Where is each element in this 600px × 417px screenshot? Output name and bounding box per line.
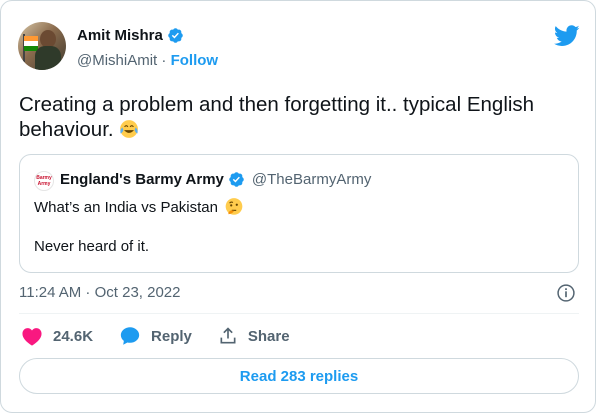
follow-button[interactable]: Follow	[171, 52, 219, 69]
author-name[interactable]: Amit Mishra	[77, 27, 163, 44]
handle-separator: ·	[161, 52, 167, 69]
tweet-text: Creating a problem and then forgetting i…	[19, 93, 535, 141]
verified-badge-icon	[229, 172, 244, 187]
quoted-tweet[interactable]: Barmy Army England's Barmy Army @TheBarmy…	[19, 154, 579, 273]
action-bar: 24.6K Reply Share	[21, 325, 316, 347]
share-label: Share	[247, 327, 290, 345]
quoted-text-line-1: What’s an India vs Pakistan	[34, 198, 218, 216]
divider	[19, 313, 579, 314]
reply-bubble-icon	[120, 327, 140, 345]
twitter-logo-icon[interactable]	[554, 25, 580, 47]
share-button[interactable]: Share	[218, 326, 290, 346]
tweet-card: Amit Mishra @MishiAmit · Follow Creating…	[0, 0, 596, 413]
author-name-row[interactable]: Amit Mishra	[77, 27, 184, 44]
tweet-text-block: Creating a problem and then forgetting i…	[19, 92, 584, 142]
share-icon	[220, 327, 236, 344]
timestamp[interactable]: 11:24 AM · Oct 23, 2022	[19, 284, 180, 301]
quoted-author-row: England's Barmy Army @TheBarmyArmy	[60, 171, 371, 188]
quoted-line-1: What’s an India vs Pakistan	[34, 197, 244, 217]
barmy-army-logo: Barmy Army	[34, 171, 54, 191]
info-icon[interactable]	[556, 283, 576, 303]
avatar[interactable]	[18, 22, 66, 70]
author-handle[interactable]: @MishiAmit	[77, 52, 157, 69]
read-replies-button[interactable]: Read 283 replies	[19, 358, 579, 394]
quoted-author-handle: @TheBarmyArmy	[251, 171, 372, 188]
like-count: 24.6K	[53, 327, 94, 345]
read-replies-label: Read 283 replies	[239, 367, 359, 385]
quoted-text-line-2: Never heard of it.	[34, 238, 150, 255]
verified-badge-icon	[168, 28, 183, 43]
author-handle-row: @MishiAmit · Follow	[77, 52, 218, 69]
reply-button[interactable]: Reply	[119, 325, 192, 347]
thinking-face-icon	[225, 198, 243, 215]
quoted-author-name: England's Barmy Army	[60, 171, 224, 188]
heart-icon	[22, 328, 42, 346]
face-with-tears-of-joy-icon	[120, 120, 139, 138]
reply-label: Reply	[151, 327, 192, 345]
like-button[interactable]: 24.6K	[21, 326, 93, 346]
